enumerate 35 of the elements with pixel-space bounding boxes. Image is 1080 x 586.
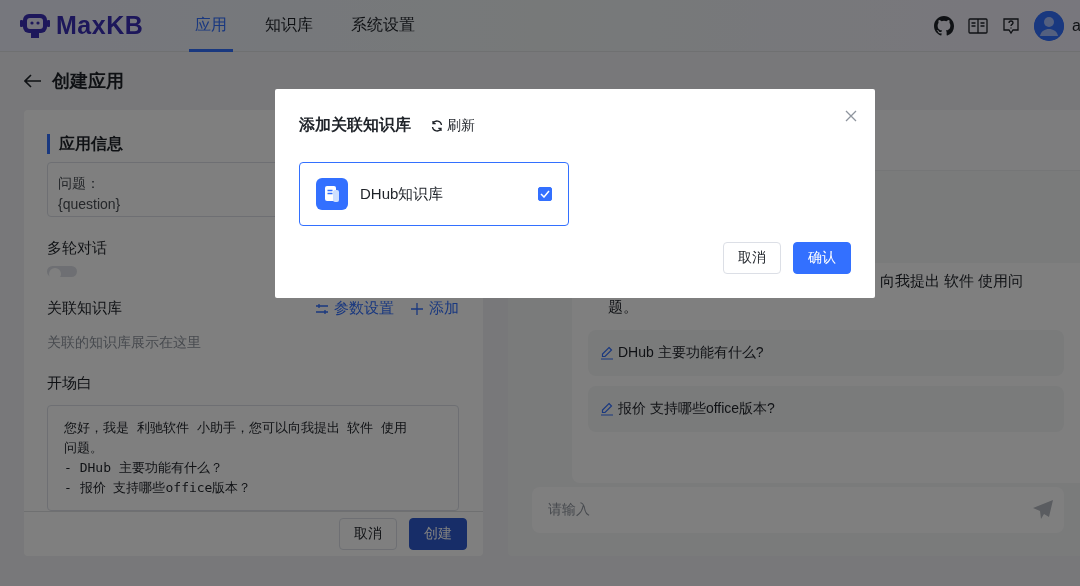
page-title: 创建应用 bbox=[52, 70, 124, 93]
suggested-question[interactable]: 报价 支持哪些office版本? bbox=[588, 386, 1064, 432]
pencil-icon bbox=[600, 402, 614, 416]
chat-message: 向我提出 软件 使用问 题。 bbox=[607, 271, 1025, 317]
cancel-button[interactable]: 取消 bbox=[339, 518, 397, 550]
refresh-button[interactable]: 刷新 bbox=[431, 116, 475, 135]
help-icon[interactable] bbox=[1002, 16, 1020, 35]
checkbox[interactable] bbox=[538, 187, 552, 201]
github-icon[interactable] bbox=[934, 15, 954, 36]
document-icon bbox=[316, 178, 348, 210]
cancel-button[interactable]: 取消 bbox=[723, 242, 781, 274]
confirm-button[interactable]: 确认 bbox=[793, 242, 851, 274]
nav-tab[interactable]: 系统设置 bbox=[345, 0, 422, 52]
robot-logo-icon bbox=[20, 12, 50, 39]
book-icon[interactable] bbox=[968, 17, 988, 34]
nav-tab[interactable]: 知识库 bbox=[259, 0, 320, 52]
add-link[interactable]: 添加 bbox=[410, 299, 459, 318]
field-label: 开场白 bbox=[47, 374, 93, 393]
back-arrow-icon[interactable] bbox=[24, 74, 42, 88]
dialog-title: 添加关联知识库 bbox=[299, 115, 411, 135]
settings-link[interactable]: 参数设置 bbox=[315, 299, 394, 318]
knowledge-base-card[interactable]: DHub知识库 bbox=[299, 162, 569, 226]
refresh-icon bbox=[431, 119, 443, 132]
field-label: 多轮对话 bbox=[47, 238, 108, 258]
create-button[interactable]: 创建 bbox=[409, 518, 467, 550]
opening-text-field[interactable]: 您好，我是 利驰软件 小助手，您可以向我提出 软件 使用 问题。 - DHub 主要功能有什么？ - 报价 支持哪些office版本？ bbox=[47, 405, 459, 511]
sliders-icon bbox=[315, 301, 329, 316]
field-label: 关联知识库 bbox=[47, 299, 122, 318]
user-avatar-icon[interactable] bbox=[1034, 10, 1064, 41]
suggested-question[interactable]: DHub 主要功能有什么? bbox=[588, 330, 1064, 376]
nav-tab[interactable]: 应用 bbox=[189, 0, 234, 52]
plus-icon bbox=[410, 301, 424, 316]
pencil-icon bbox=[600, 346, 614, 360]
app-logo: MaxKB bbox=[56, 11, 144, 40]
knowledge-base-name: DHub知识库 bbox=[360, 184, 445, 204]
